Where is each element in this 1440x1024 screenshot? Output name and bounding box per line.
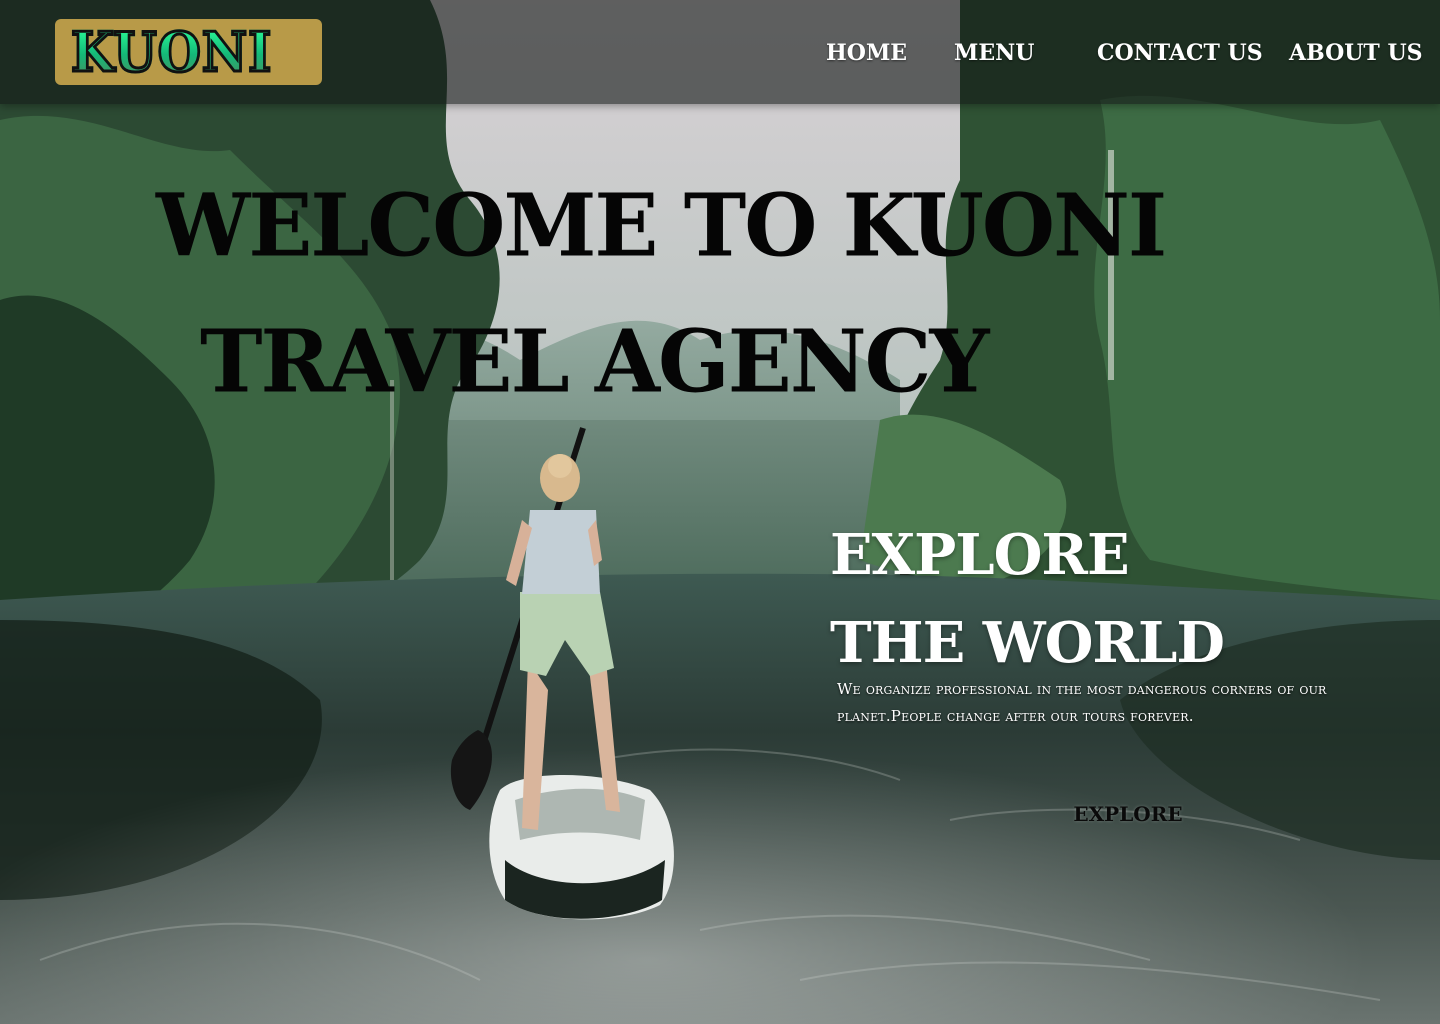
- hero-background-image: [0, 0, 1440, 1024]
- hero-title-line-1: WELCOME TO KUONI: [156, 175, 1167, 276]
- landing-page: KUONI HOME MENU CONTACT US ABOUT US WELC…: [0, 0, 1440, 1024]
- nav-link-about-us[interactable]: ABOUT US: [1289, 40, 1423, 66]
- explore-button[interactable]: EXPLORE: [1066, 794, 1190, 834]
- nav-link-contact-us[interactable]: CONTACT US: [1097, 40, 1263, 66]
- explore-heading-line-2: THE WORLD: [830, 610, 1225, 676]
- site-header: KUONI HOME MENU CONTACT US ABOUT US: [0, 0, 1440, 104]
- explore-heading-line-1: EXPLORE: [830, 522, 1130, 588]
- main-nav: HOME MENU CONTACT US ABOUT US: [0, 40, 1440, 74]
- nav-link-home[interactable]: HOME: [826, 40, 907, 66]
- hero-title-line-2: TRAVEL AGENCY: [200, 311, 989, 412]
- nav-link-menu[interactable]: MENU: [954, 40, 1034, 66]
- explore-description: We organize professional in the most dan…: [837, 680, 1327, 725]
